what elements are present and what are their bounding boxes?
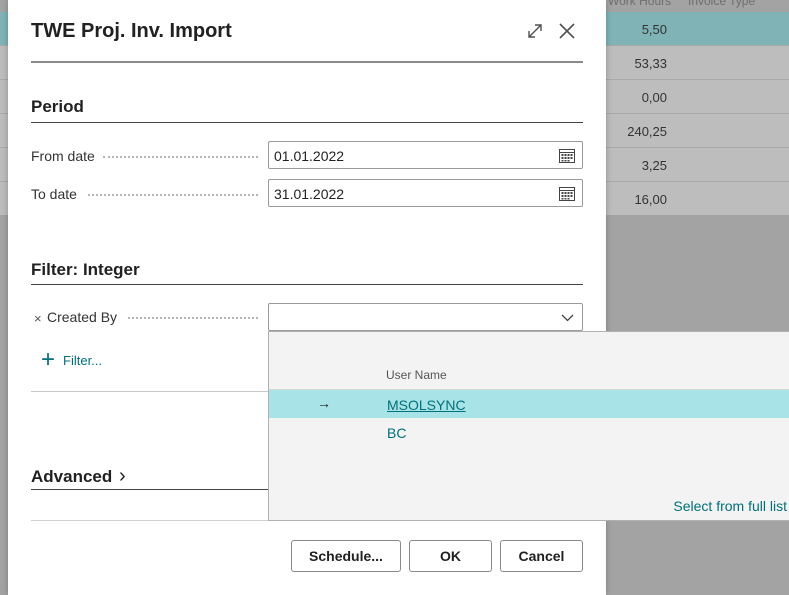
created-by-field[interactable] [268,303,583,331]
user-name[interactable]: MSOLSYNC [387,397,466,413]
leader-dots [88,194,258,196]
to-date-field[interactable]: 31.01.2022 [268,179,583,207]
header-invoice-type: Invoice Type [688,0,756,8]
user-lookup-popup: User Name → MSOLSYNC BC Select from full… [268,331,789,521]
section-title-filter: Filter: Integer [31,260,140,279]
background-table-header: Work Hours Invoice Type [600,0,789,8]
schedule-button[interactable]: Schedule... [291,540,401,572]
chevron-down-icon[interactable] [561,314,574,322]
section-title-period: Period [31,97,84,116]
list-item[interactable]: BC [269,418,789,446]
from-date-field[interactable]: 01.01.2022 [268,141,583,169]
title-divider [31,61,583,63]
calendar-icon[interactable] [559,186,575,201]
user-name[interactable]: BC [387,425,406,441]
to-date-value: 31.01.2022 [274,186,345,202]
ok-button[interactable]: OK [409,540,492,572]
expand-icon[interactable] [524,20,546,42]
advanced-label: Advanced [31,467,113,486]
cell-work-hours: 0,00 [641,90,667,105]
chevron-right-icon: › [118,465,126,487]
to-date-label: To date [31,186,77,202]
from-date-label: From date [31,148,95,164]
add-filter-link[interactable]: + Filter... [41,346,103,373]
arrow-right-icon: → [317,395,331,411]
cell-work-hours: 53,33 [634,56,667,71]
cell-work-hours: 5,50 [641,22,667,37]
column-header-user-name[interactable]: User Name [386,368,447,382]
leader-dots [128,317,258,319]
section-title-advanced[interactable]: Advanced › [31,465,126,488]
plus-icon: + [41,346,56,373]
cell-work-hours: 16,00 [634,192,667,207]
leader-dots [103,156,258,158]
section-divider [31,284,583,285]
calendar-icon[interactable] [559,148,575,163]
add-filter-label: Filter... [63,352,103,368]
cell-work-hours: 240,25 [627,124,667,139]
close-icon[interactable] [556,20,578,42]
remove-filter-icon[interactable]: × [34,311,42,326]
cancel-button[interactable]: Cancel [500,540,583,572]
cell-work-hours: 3,25 [641,158,667,173]
dialog-title: TWE Proj. Inv. Import [31,20,232,42]
section-divider [31,122,583,123]
from-date-value: 01.01.2022 [274,148,345,164]
created-by-label: Created By [47,309,118,325]
select-from-full-list-link[interactable]: Select from full list [673,498,787,514]
header-work-hours: Work Hours [608,0,672,8]
list-item[interactable]: → MSOLSYNC [269,390,789,418]
